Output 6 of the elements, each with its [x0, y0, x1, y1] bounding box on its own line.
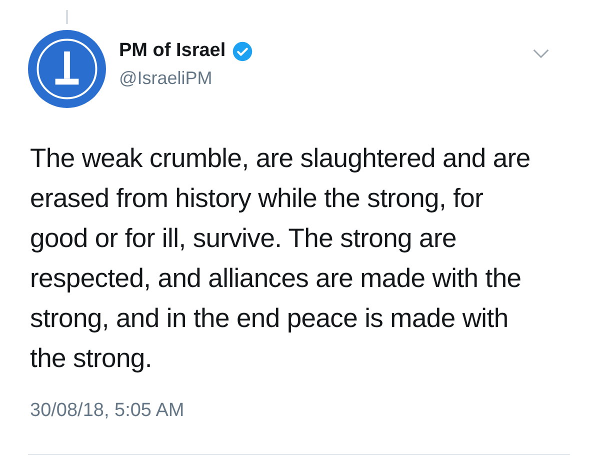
avatar-icon[interactable]	[28, 30, 106, 108]
timestamp: 30/08/18, 5:05 AM	[30, 400, 184, 422]
chevron-down-icon[interactable]	[532, 48, 550, 59]
author-name[interactable]: PM of Israel	[119, 40, 226, 62]
tweet-text: The weak crumble, are slaughtered and are erased from history while the strong, for good or for ill, survive. The strong are respected, and alliances are made with the strong, and in the end peace is made with the strong.	[30, 142, 532, 375]
author-handle[interactable]: @IsraeliPM	[119, 68, 253, 89]
